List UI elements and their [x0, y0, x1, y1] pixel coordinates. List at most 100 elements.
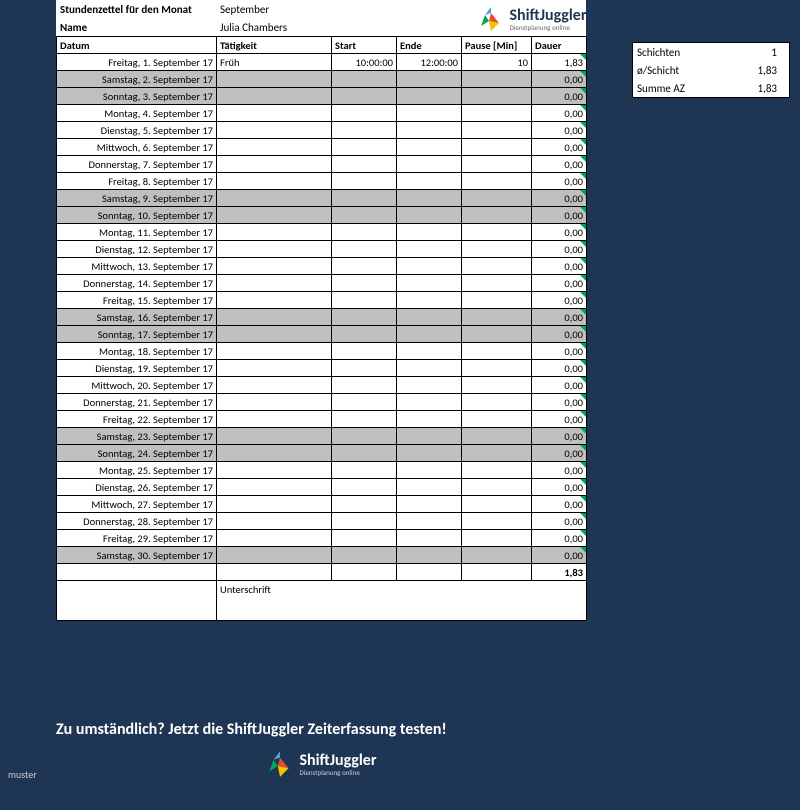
- cell-datum[interactable]: Mittwoch, 6. September 17: [57, 139, 217, 156]
- cell-taetigkeit[interactable]: [217, 309, 332, 326]
- cell-start[interactable]: [332, 428, 397, 445]
- cell-dauer[interactable]: 0,00: [532, 530, 587, 547]
- cell-dauer[interactable]: 0,00: [532, 241, 587, 258]
- cell-dauer[interactable]: 0,00: [532, 292, 587, 309]
- cell-datum[interactable]: Freitag, 8. September 17: [57, 173, 217, 190]
- cell-taetigkeit[interactable]: Früh: [217, 54, 332, 71]
- cell-pause[interactable]: [462, 241, 532, 258]
- cell-pause[interactable]: [462, 411, 532, 428]
- cell-datum[interactable]: Samstag, 23. September 17: [57, 428, 217, 445]
- cell-taetigkeit[interactable]: [217, 547, 332, 564]
- cell-taetigkeit[interactable]: [217, 343, 332, 360]
- cell-start[interactable]: [332, 411, 397, 428]
- cell-datum[interactable]: Samstag, 30. September 17: [57, 547, 217, 564]
- cell-taetigkeit[interactable]: [217, 496, 332, 513]
- cell-start[interactable]: [332, 496, 397, 513]
- cell-pause[interactable]: [462, 105, 532, 122]
- cell-taetigkeit[interactable]: [217, 122, 332, 139]
- cell-ende[interactable]: [397, 190, 462, 207]
- cell-dauer[interactable]: 0,00: [532, 122, 587, 139]
- cell-start[interactable]: [332, 139, 397, 156]
- cell-taetigkeit[interactable]: [217, 71, 332, 88]
- cell-taetigkeit[interactable]: [217, 88, 332, 105]
- cell-pause[interactable]: [462, 190, 532, 207]
- cell-pause[interactable]: [462, 360, 532, 377]
- cell-pause[interactable]: [462, 139, 532, 156]
- cell-start[interactable]: [332, 173, 397, 190]
- cell-start[interactable]: [332, 105, 397, 122]
- cell-start[interactable]: [332, 207, 397, 224]
- cell-dauer[interactable]: 0,00: [532, 309, 587, 326]
- cell-dauer[interactable]: 0,00: [532, 275, 587, 292]
- cell-ende[interactable]: [397, 360, 462, 377]
- cell-datum[interactable]: Donnerstag, 28. September 17: [57, 513, 217, 530]
- cell-pause[interactable]: [462, 71, 532, 88]
- cell-start[interactable]: [332, 360, 397, 377]
- cell-pause[interactable]: [462, 394, 532, 411]
- cell-ende[interactable]: [397, 224, 462, 241]
- cell-ende[interactable]: [397, 105, 462, 122]
- cell-start[interactable]: [332, 241, 397, 258]
- cell-pause[interactable]: [462, 513, 532, 530]
- cell-datum[interactable]: Montag, 4. September 17: [57, 105, 217, 122]
- cell-dauer[interactable]: 1,83: [532, 54, 587, 71]
- cell-pause[interactable]: [462, 377, 532, 394]
- cell-start[interactable]: [332, 275, 397, 292]
- cell-start[interactable]: [332, 343, 397, 360]
- cell-start[interactable]: [332, 530, 397, 547]
- cell-start[interactable]: [332, 547, 397, 564]
- cell-taetigkeit[interactable]: [217, 530, 332, 547]
- cell-dauer[interactable]: 0,00: [532, 173, 587, 190]
- cell-taetigkeit[interactable]: [217, 224, 332, 241]
- cell-dauer[interactable]: 0,00: [532, 394, 587, 411]
- cell-dauer[interactable]: 0,00: [532, 496, 587, 513]
- cell-dauer[interactable]: 0,00: [532, 343, 587, 360]
- cell-taetigkeit[interactable]: [217, 394, 332, 411]
- cell-start[interactable]: [332, 479, 397, 496]
- cell-datum[interactable]: Montag, 25. September 17: [57, 462, 217, 479]
- cell-datum[interactable]: Sonntag, 24. September 17: [57, 445, 217, 462]
- cell-taetigkeit[interactable]: [217, 462, 332, 479]
- cell-ende[interactable]: [397, 258, 462, 275]
- cell-start[interactable]: [332, 122, 397, 139]
- cell-ende[interactable]: [397, 462, 462, 479]
- cell-dauer[interactable]: 0,00: [532, 513, 587, 530]
- cell-datum[interactable]: Dienstag, 5. September 17: [57, 122, 217, 139]
- cell-ende[interactable]: [397, 377, 462, 394]
- cell-ende[interactable]: [397, 343, 462, 360]
- cell-datum[interactable]: Donnerstag, 14. September 17: [57, 275, 217, 292]
- cell-pause[interactable]: [462, 428, 532, 445]
- cell-pause[interactable]: [462, 122, 532, 139]
- cell-ende[interactable]: [397, 428, 462, 445]
- cell-taetigkeit[interactable]: [217, 156, 332, 173]
- cell-pause[interactable]: 10: [462, 54, 532, 71]
- cell-datum[interactable]: Montag, 11. September 17: [57, 224, 217, 241]
- cell-taetigkeit[interactable]: [217, 377, 332, 394]
- cell-datum[interactable]: Mittwoch, 27. September 17: [57, 496, 217, 513]
- cell-start[interactable]: [332, 513, 397, 530]
- cell-start[interactable]: [332, 190, 397, 207]
- cell-pause[interactable]: [462, 292, 532, 309]
- cell-start[interactable]: [332, 156, 397, 173]
- cell-ende[interactable]: 12:00:00: [397, 54, 462, 71]
- cell-ende[interactable]: [397, 207, 462, 224]
- cell-dauer[interactable]: 0,00: [532, 462, 587, 479]
- cell-dauer[interactable]: 0,00: [532, 88, 587, 105]
- cell-pause[interactable]: [462, 530, 532, 547]
- cell-start[interactable]: [332, 258, 397, 275]
- cell-datum[interactable]: Donnerstag, 21. September 17: [57, 394, 217, 411]
- cell-ende[interactable]: [397, 88, 462, 105]
- cell-datum[interactable]: Samstag, 16. September 17: [57, 309, 217, 326]
- cell-ende[interactable]: [397, 275, 462, 292]
- cell-start[interactable]: [332, 326, 397, 343]
- cell-datum[interactable]: Dienstag, 19. September 17: [57, 360, 217, 377]
- cell-taetigkeit[interactable]: [217, 479, 332, 496]
- cell-dauer[interactable]: 0,00: [532, 207, 587, 224]
- cell-ende[interactable]: [397, 326, 462, 343]
- cell-pause[interactable]: [462, 88, 532, 105]
- cell-pause[interactable]: [462, 496, 532, 513]
- cell-ende[interactable]: [397, 479, 462, 496]
- cell-taetigkeit[interactable]: [217, 513, 332, 530]
- cell-dauer[interactable]: 0,00: [532, 360, 587, 377]
- cell-dauer[interactable]: 0,00: [532, 428, 587, 445]
